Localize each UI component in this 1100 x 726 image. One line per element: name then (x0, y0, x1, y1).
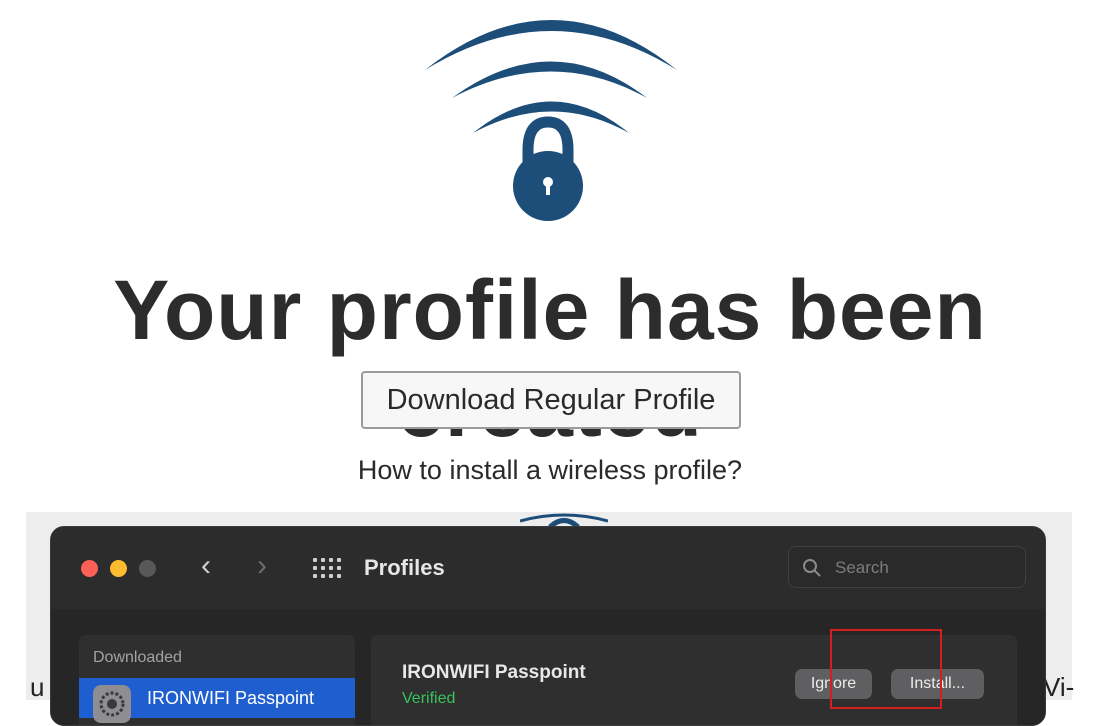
sidebar-item-label: IRONWIFI Passpoint (147, 688, 315, 708)
titlebar: ‹ › Profiles (51, 527, 1045, 609)
zoom-window-button[interactable] (139, 560, 156, 577)
howto-link[interactable]: How to install a wireless profile? (0, 455, 1100, 486)
search-input[interactable] (833, 556, 1017, 580)
window-title: Profiles (364, 555, 445, 580)
install-highlight-box (830, 629, 942, 709)
gear-icon (93, 685, 131, 723)
close-window-button[interactable] (81, 560, 98, 577)
profile-name: IRONWIFI Passpoint (402, 662, 586, 683)
chevron-right-icon[interactable]: › (257, 551, 267, 581)
search-icon (803, 559, 821, 577)
download-profile-button[interactable]: Download Regular Profile (361, 371, 741, 429)
sidebar-section-label: Downloaded (93, 649, 182, 666)
search-field[interactable] (788, 546, 1026, 588)
wifi-lock-logo-icon (425, 20, 677, 221)
verified-status: Verified (402, 690, 456, 707)
chevron-left-icon[interactable]: ‹ (201, 551, 211, 581)
grid-icon[interactable] (313, 558, 341, 578)
sidebar: Downloaded IRONWIFI Passpoint (79, 635, 355, 725)
cropped-text-right: Vi- (1043, 672, 1075, 702)
sidebar-item-ironwifi-passpoint[interactable]: IRONWIFI Passpoint (79, 678, 355, 723)
cropped-text-left: u (30, 672, 45, 702)
minimize-window-button[interactable] (110, 560, 127, 577)
